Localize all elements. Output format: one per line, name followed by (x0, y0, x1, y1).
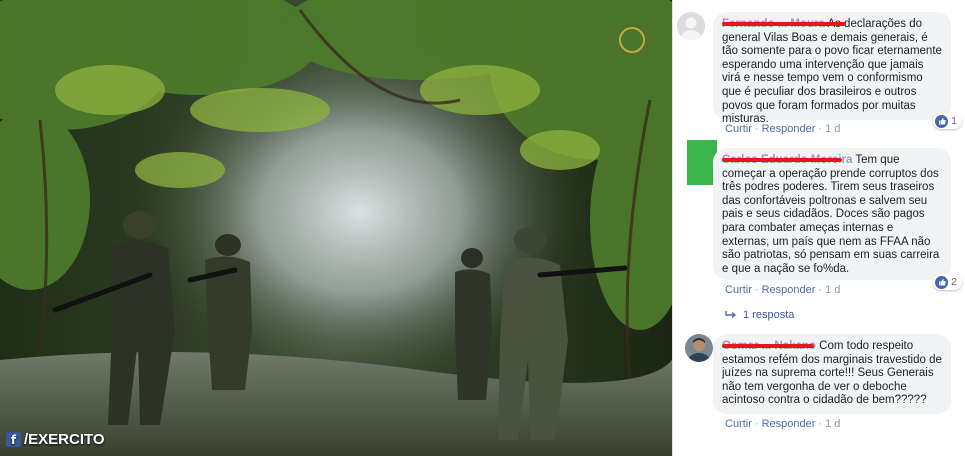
reply-arrow-icon (725, 311, 737, 319)
comment-bubble: Carlos Eduardo Moreira Tem que começar a… (713, 148, 951, 280)
comment-text: Tem que começar a operação prende corrup… (722, 154, 940, 275)
like-link[interactable]: Curtir (725, 418, 752, 430)
post-photo[interactable]: f /EXERCITO (0, 0, 672, 456)
reaction-number: 2 (951, 276, 957, 288)
soldiers-jungle-image (0, 0, 672, 456)
reply-link[interactable]: Responder (762, 418, 816, 430)
comment-author[interactable]: Carlos Eduardo Moreira (722, 154, 852, 166)
like-icon (935, 114, 949, 128)
like-link[interactable]: Curtir (725, 284, 752, 296)
default-user-icon (677, 12, 705, 40)
comment-author[interactable]: Fernando ... Moura (722, 18, 846, 30)
comment-author[interactable]: Osmar ... Nakano (722, 340, 816, 352)
like-link[interactable]: Curtir (725, 123, 752, 135)
reaction-number: 1 (951, 115, 957, 127)
comment-text: As declarações do general Vilas Boas e d… (722, 18, 942, 126)
comment-bubble: Osmar ... Nakano Com todo respeito estam… (713, 334, 951, 414)
reply-link[interactable]: Responder (762, 284, 816, 296)
replies-count: 1 resposta (743, 309, 795, 321)
view-replies-link[interactable]: 1 resposta (725, 309, 794, 321)
comment-time[interactable]: 1 d (825, 284, 840, 296)
user-photo-icon (685, 334, 713, 362)
comment-bubble: Fernando ... Moura As declarações do gen… (713, 12, 951, 125)
watermark-text: /EXERCITO (24, 431, 105, 448)
comment-actions: Curtir · Responder · 1 d (725, 284, 841, 296)
reply-link[interactable]: Responder (762, 123, 816, 135)
avatar[interactable] (685, 334, 713, 362)
comment-time[interactable]: 1 d (825, 418, 840, 430)
reaction-count[interactable]: 1 (933, 113, 962, 129)
exercito-watermark: f /EXERCITO (6, 431, 105, 448)
reaction-count[interactable]: 2 (933, 274, 962, 290)
comment-actions: Curtir · Responder · 1 d (725, 123, 841, 135)
comments-panel: Fernando ... Moura As declarações do gen… (672, 0, 965, 456)
facebook-icon: f (6, 432, 21, 447)
like-icon (935, 275, 949, 289)
comment-time[interactable]: 1 d (825, 123, 840, 135)
avatar[interactable] (677, 12, 705, 40)
comment-actions: Curtir · Responder · 1 d (725, 418, 841, 430)
